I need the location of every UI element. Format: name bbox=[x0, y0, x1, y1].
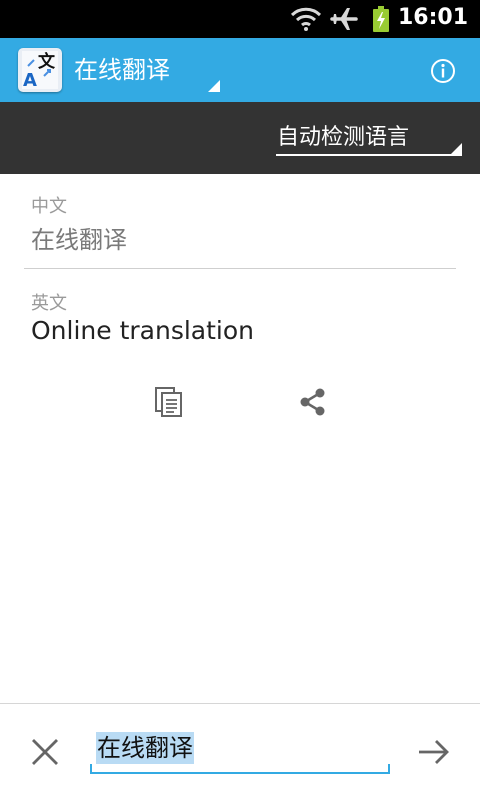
section-divider bbox=[24, 268, 456, 269]
clock-time: 16:01 bbox=[397, 5, 468, 30]
app-title: 在线翻译 bbox=[74, 56, 170, 84]
bottom-divider bbox=[0, 703, 480, 704]
input-underline-left bbox=[90, 764, 92, 772]
battery-charging-icon bbox=[373, 6, 389, 32]
translate-app-icon[interactable]: 文 A bbox=[18, 48, 62, 92]
airplane-mode-icon bbox=[330, 8, 358, 30]
source-language-label: 中文 bbox=[31, 196, 67, 217]
info-icon[interactable] bbox=[430, 58, 456, 84]
target-language-label: 英文 bbox=[31, 293, 67, 314]
translator-screen: 16:01 文 A 在线翻译 自动检测语言 中文 在线翻译 英文 Online … bbox=[0, 0, 480, 800]
dropdown-corner-icon bbox=[451, 143, 462, 154]
logo-glyph-wen: 文 bbox=[38, 51, 56, 72]
input-underline-right bbox=[388, 764, 390, 772]
language-select-value: 自动检测语言 bbox=[277, 125, 410, 150]
close-icon[interactable] bbox=[28, 735, 62, 769]
translate-input-value[interactable]: 在线翻译 bbox=[96, 732, 194, 764]
share-icon[interactable] bbox=[296, 385, 330, 419]
logo-glyph-a: A bbox=[23, 70, 37, 91]
language-bar: 自动检测语言 bbox=[0, 102, 480, 174]
arrow-right-icon[interactable] bbox=[416, 735, 452, 769]
dropdown-corner-icon bbox=[208, 80, 220, 92]
language-select[interactable]: 自动检测语言 bbox=[276, 122, 462, 156]
status-bar: 16:01 bbox=[0, 0, 480, 38]
translate-input[interactable]: 在线翻译 bbox=[90, 728, 390, 774]
source-text: 在线翻译 bbox=[31, 226, 127, 254]
translate-logo-graphic: 文 A bbox=[22, 51, 58, 91]
wifi-icon bbox=[290, 7, 322, 31]
translation-result: Online translation bbox=[31, 316, 255, 345]
action-bar: 文 A 在线翻译 bbox=[0, 38, 480, 102]
copy-icon[interactable] bbox=[152, 385, 186, 419]
app-title-dropdown[interactable]: 在线翻译 bbox=[74, 50, 220, 94]
